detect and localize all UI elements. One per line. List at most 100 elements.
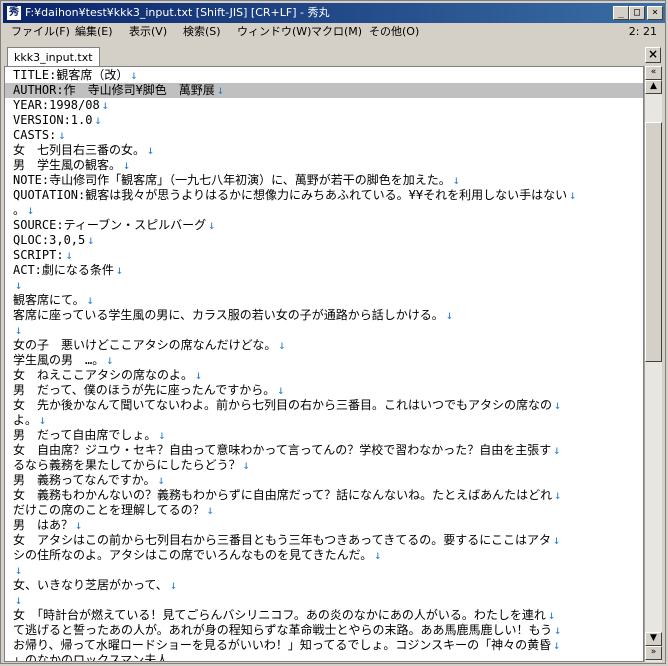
editor-line[interactable]: るなら義務を果たしてからにしたらどう？ ↓ (13, 458, 643, 473)
line-text: 女 自由席？ジユウ・セキ？自由って意味わかって言ってんの？学校で習わなかった？自… (13, 443, 552, 457)
editor-line[interactable]: SCRIPT: ↓ (13, 248, 643, 263)
line-text: るなら義務を果たしてからにしたらどう？ (13, 458, 241, 472)
scroll-page-down-icon[interactable]: » (645, 646, 662, 660)
editor-line[interactable]: ↓ (13, 323, 643, 338)
line-text: TITLE:観客席（改） (13, 68, 129, 82)
line-break-icon: ↓ (15, 593, 23, 607)
editor-line[interactable]: よ。 ↓ (13, 413, 643, 428)
editor-line[interactable]: 女の子 悪いけどここアタシの席なんだけどな。 ↓ (13, 338, 643, 353)
scroll-page-up-icon[interactable]: « (645, 66, 662, 80)
line-break-icon: ↓ (195, 368, 203, 382)
scrollbar-thumb[interactable] (645, 122, 662, 362)
editor-line[interactable]: 。 ↓ (13, 203, 643, 218)
editor-line[interactable]: QUOTATION:観客は我々が思うよりはるかに想像力にみちあふれている。¥¥そ… (13, 188, 643, 203)
maximize-button[interactable]: □ (629, 6, 645, 20)
menu-macro[interactable]: マクロ(M) (305, 23, 368, 41)
editor-line[interactable]: YEAR:1998/08 ↓ (13, 98, 643, 113)
line-text: 客席に座っている学生風の男に、カラス服の若い女の子が通路から話しかける。 (13, 308, 444, 322)
editor-line[interactable]: 男 義務ってなんですか。 ↓ (13, 473, 643, 488)
line-break-icon: ↓ (277, 383, 285, 397)
line-break-icon: ↓ (374, 548, 382, 562)
editor-line[interactable]: AUTHOR:作 寺山修司¥脚色 萬野展 ↓ (5, 83, 643, 98)
editor-line[interactable]: ↓ (13, 593, 643, 608)
text-editor[interactable]: TITLE:観客席（改） ↓ AUTHOR:作 寺山修司¥脚色 萬野展 ↓ YEAR:1… (4, 66, 644, 662)
editor-line[interactable]: SOURCE:ティーブン・スピルバーグ ↓ (13, 218, 643, 233)
line-text: SOURCE:ティーブン・スピルバーグ (13, 218, 207, 232)
editor-line[interactable]: お帰り、帰って水曜ロードショーを見るがいいわ！」知ってるでしょ。コジンスキーの「… (13, 638, 643, 653)
line-break-icon: ↓ (278, 338, 286, 352)
editor-line[interactable]: 女 ねえここアタシの席なのよ。 ↓ (13, 368, 643, 383)
line-text: 女 七列目右三番の女。 (13, 143, 146, 157)
editor-line[interactable]: 客席に座っている学生風の男に、カラス服の若い女の子が通路から話しかける。 ↓ (13, 308, 643, 323)
editor-line[interactable]: 女、いきなり芝居がかって、 ↓ (13, 578, 643, 593)
line-text: 男 義務ってなんですか。 (13, 473, 156, 487)
scroll-down-icon[interactable]: ▼ (645, 632, 662, 646)
tab-kkk3-input[interactable]: kkk3_input.txt (7, 47, 100, 67)
line-break-icon: ↓ (552, 533, 561, 547)
line-text: だけこの席のことを理解してるの？ (13, 503, 205, 517)
editor-line[interactable]: 男 だって、僕のほうが先に座ったんですから。 ↓ (13, 383, 643, 398)
line-break-icon: ↓ (130, 68, 138, 82)
editor-line[interactable]: 」のなかのロックスマン夫人 (13, 653, 643, 661)
menu-other[interactable]: その他(O) (363, 23, 425, 41)
editor-line[interactable]: TITLE:観客席（改） ↓ (13, 68, 643, 83)
line-break-icon: ↓ (158, 428, 166, 442)
editor-line[interactable]: NOTE:寺山修司作「観客席」（一九七八年初演）に、萬野が若干の脚色を加えた。 ↓ (13, 173, 643, 188)
line-break-icon: ↓ (554, 623, 562, 637)
editor-line[interactable]: ↓ (13, 563, 643, 578)
line-text: QLOC:3,0,5 (13, 233, 86, 247)
editor-line[interactable]: ACT:劇になる条件 ↓ (13, 263, 643, 278)
editor-line[interactable]: 女 義務もわかんないの？義務もわからずに自由席だって？話になんないね。たとえばあ… (13, 488, 643, 503)
line-text: 男 はあ？ (13, 518, 74, 532)
line-break-icon: ↓ (157, 473, 165, 487)
line-text: て逃げると誓ったあの人が。あれが身の程知らずな革命戦士とやらの末路。ああ馬鹿馬鹿… (13, 623, 553, 637)
editor-line[interactable]: CASTS: ↓ (13, 128, 643, 143)
line-text: NOTE:寺山修司作「観客席」（一九七八年初演）に、萬野が若干の脚色を加えた。 (13, 173, 451, 187)
editor-line[interactable]: VERSION:1.0 ↓ (13, 113, 643, 128)
line-break-icon: ↓ (547, 608, 556, 622)
editor-line[interactable]: 女 先か後かなんて聞いてないわよ。前から七列目の右から三番目。これはいつでもアタ… (13, 398, 643, 413)
editor-line[interactable]: て逃げると誓ったあの人が。あれが身の程知らずな革命戦士とやらの末路。ああ馬鹿馬鹿… (13, 623, 643, 638)
editor-line[interactable]: 男 学生風の観客。 ↓ (13, 158, 643, 173)
editor-line[interactable]: QLOC:3,0,5 ↓ (13, 233, 643, 248)
title-bar[interactable]: 秀 F:¥daihon¥test¥kkk3_input.txt [Shift-J… (3, 3, 665, 23)
editor-line[interactable]: 男 だって自由席でしょ。 ↓ (13, 428, 643, 443)
hidemaru-app-icon[interactable]: 秀 (7, 6, 21, 20)
menu-search[interactable]: 検索(S) (177, 23, 227, 41)
line-break-icon: ↓ (206, 503, 214, 517)
close-tab-icon[interactable]: × (645, 47, 661, 63)
line-text: YEAR:1998/08 (13, 98, 100, 112)
editor-line[interactable]: だけこの席のことを理解してるの？ ↓ (13, 503, 643, 518)
editor-line[interactable]: 観客席にて。 ↓ (13, 293, 643, 308)
scroll-up-icon[interactable]: ▲ (645, 80, 662, 94)
line-break-icon: ↓ (553, 638, 561, 652)
vertical-scrollbar[interactable]: « ▲ ▼ » (644, 66, 662, 662)
line-text: 男 だって自由席でしょ。 (13, 428, 157, 442)
editor-line[interactable]: 女 「時計台が燃えている！見てごらんバシリニコフ。あの炎のなかにあの人がいる。わ… (13, 608, 643, 623)
editor-line[interactable]: 女 七列目右三番の女。 ↓ (13, 143, 643, 158)
menu-file[interactable]: ファイル(F) (5, 23, 76, 41)
close-window-button[interactable]: × (647, 6, 663, 20)
line-text: SCRIPT: (13, 248, 64, 262)
line-text: 女の子 悪いけどここアタシの席なんだけどな。 (13, 338, 277, 352)
line-text: 男 学生風の観客。 (13, 158, 122, 172)
minimize-button[interactable]: _ (613, 6, 629, 20)
line-break-icon: ↓ (87, 233, 95, 247)
editor-line[interactable]: 学生風の男 …。 ↓ (13, 353, 643, 368)
menu-view[interactable]: 表示(V) (123, 23, 173, 41)
line-text: 女 先か後かなんて聞いてないわよ。前から七列目の右から三番目。これはいつでもアタ… (13, 398, 553, 412)
editor-line[interactable]: ↓ (13, 278, 643, 293)
line-text: CASTS: (13, 128, 57, 142)
line-break-icon: ↓ (147, 143, 155, 157)
editor-line[interactable]: 女 自由席？ジユウ・セキ？自由って意味わかって言ってんの？学校で習わなかった？自… (13, 443, 643, 458)
editor-line[interactable]: 男 はあ？ ↓ (13, 518, 643, 533)
editor-line[interactable]: シの住所なのよ。アタシはこの席でいろんなものを見てきたんだ。 ↓ (13, 548, 643, 563)
line-break-icon: ↓ (101, 98, 109, 112)
editor-line[interactable]: 女 アタシはこの前から七列目右から三番目ともう三年もつきあってきてるの。要するに… (13, 533, 643, 548)
line-text: 観客席にて。 (13, 293, 85, 307)
line-text: ACT:劇になる条件 (13, 263, 114, 277)
menu-edit[interactable]: 編集(E) (69, 23, 119, 41)
line-break-icon: ↓ (554, 488, 562, 502)
line-break-icon: ↓ (115, 263, 124, 277)
tab-bar: kkk3_input.txt × (3, 43, 665, 67)
